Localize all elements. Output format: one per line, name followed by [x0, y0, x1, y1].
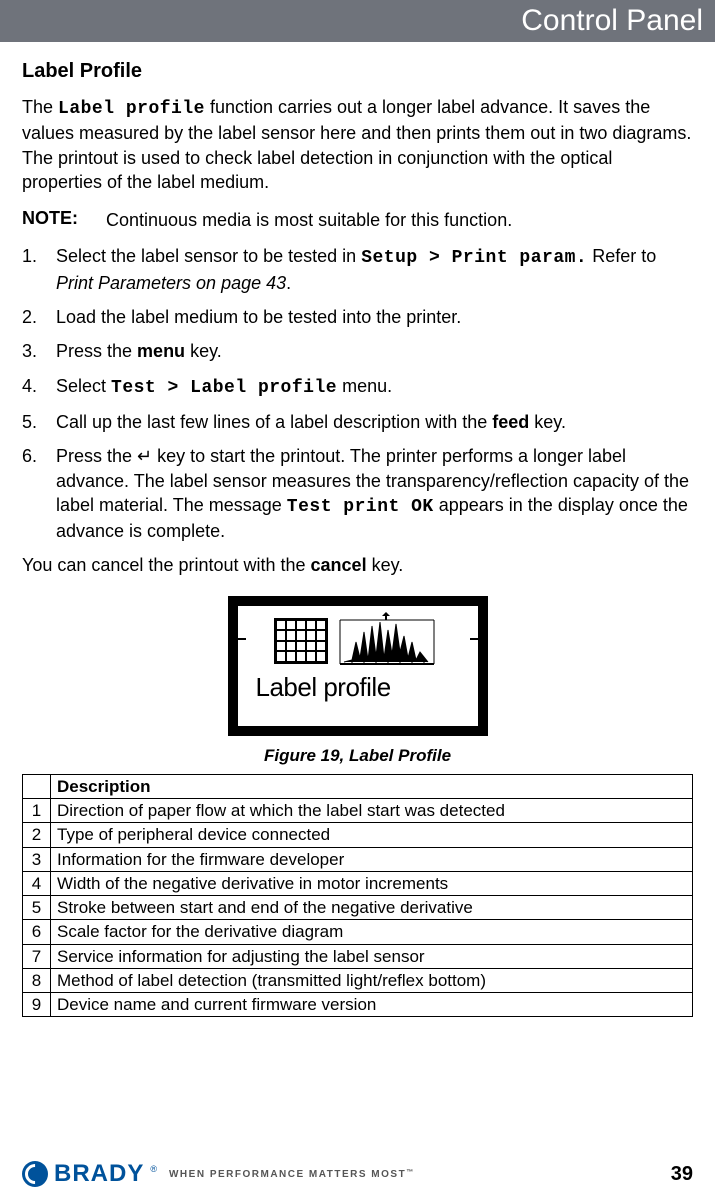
- row-desc: Stroke between start and end of the nega…: [51, 896, 693, 920]
- cancel-a: You can cancel the printout with the: [22, 555, 311, 575]
- cancel-paragraph: You can cancel the printout with the can…: [22, 553, 693, 577]
- brady-swirl-icon: [22, 1161, 48, 1187]
- row-desc: Information for the firmware developer: [51, 847, 693, 871]
- step-3: Press the menu key.: [22, 339, 693, 363]
- row-num: 9: [23, 993, 51, 1017]
- s3bold: menu: [137, 341, 185, 361]
- row-num: 8: [23, 968, 51, 992]
- footer-left: BRADY ® WHEN PERFORMANCE MATTERS MOST™: [22, 1160, 415, 1188]
- s4mono: Test > Label profile: [111, 378, 337, 398]
- tagline-text: WHEN PERFORMANCE MATTERS MOST: [169, 1169, 406, 1180]
- table-row: 9Device name and current firmware versio…: [23, 993, 693, 1017]
- s1a: Select the label sensor to be tested in: [56, 246, 361, 266]
- row-desc: Direction of paper flow at which the lab…: [51, 799, 693, 823]
- page-footer: BRADY ® WHEN PERFORMANCE MATTERS MOST™ 39: [0, 1160, 715, 1188]
- dash-right-icon: [470, 638, 478, 640]
- figure-wrap: Label profile: [22, 596, 693, 736]
- row-num: 4: [23, 871, 51, 895]
- description-table: Description 1Direction of paper flow at …: [22, 774, 693, 1018]
- row-desc: Device name and current firmware version: [51, 993, 693, 1017]
- s5a: Call up the last few lines of a label de…: [56, 412, 492, 432]
- brady-tagline: WHEN PERFORMANCE MATTERS MOST™: [169, 1169, 415, 1180]
- table-row: 8Method of label detection (transmitted …: [23, 968, 693, 992]
- row-num: 5: [23, 896, 51, 920]
- intro-pre: The: [22, 97, 58, 117]
- table-header-blank: [23, 774, 51, 798]
- s5bold: feed: [492, 412, 529, 432]
- s1mono: Setup > Print param.: [361, 248, 587, 268]
- table-header-row: Description: [23, 774, 693, 798]
- screen-label-text: Label profile: [246, 672, 470, 703]
- note-text: Continuous media is most suitable for th…: [106, 208, 512, 232]
- cancel-b: key.: [367, 555, 404, 575]
- brady-logo: BRADY ®: [22, 1160, 157, 1188]
- row-num: 1: [23, 799, 51, 823]
- table-row: 2Type of peripheral device connected: [23, 823, 693, 847]
- row-desc: Method of label detection (transmitted l…: [51, 968, 693, 992]
- s6a: Press the: [56, 446, 137, 466]
- step-5: Call up the last few lines of a label de…: [22, 410, 693, 434]
- s3a: Press the: [56, 341, 137, 361]
- intro-mono: Label profile: [58, 99, 205, 119]
- enter-key-icon: ↵: [137, 446, 152, 466]
- s2: Load the label medium to be tested into …: [56, 305, 461, 329]
- table-row: 1Direction of paper flow at which the la…: [23, 799, 693, 823]
- step-6: Press the ↵ key to start the printout. T…: [22, 444, 693, 543]
- table-row: 3Information for the firmware developer: [23, 847, 693, 871]
- row-num: 3: [23, 847, 51, 871]
- page-header-title: Control Panel: [521, 4, 703, 37]
- table-row: 6Scale factor for the derivative diagram: [23, 920, 693, 944]
- step-4: Select Test > Label profile menu.: [22, 374, 693, 400]
- page-header-bar: Control Panel: [0, 0, 715, 42]
- s1b: Refer to: [587, 246, 656, 266]
- note-label: NOTE:: [22, 208, 94, 232]
- row-num: 6: [23, 920, 51, 944]
- table-row: 4Width of the negative derivative in mot…: [23, 871, 693, 895]
- tagline-tm: ™: [406, 1169, 415, 1176]
- s1italic: Print Parameters on page 43: [56, 273, 286, 293]
- row-desc: Type of peripheral device connected: [51, 823, 693, 847]
- s1c: .: [286, 273, 291, 293]
- dash-left-icon: [238, 638, 246, 640]
- figure-caption: Figure 19, Label Profile: [22, 746, 693, 766]
- row-num: 2: [23, 823, 51, 847]
- s6mono: Test print OK: [287, 497, 434, 517]
- row-desc: Service information for adjusting the la…: [51, 944, 693, 968]
- printer-screen-inner: Label profile: [238, 606, 478, 726]
- graph-icon: [332, 612, 442, 668]
- table-header-desc: Description: [51, 774, 693, 798]
- s4b: menu.: [337, 376, 392, 396]
- grid-icon: [274, 618, 328, 664]
- note-row: NOTE: Continuous media is most suitable …: [22, 208, 693, 232]
- s3b: key.: [185, 341, 222, 361]
- printer-screen: Label profile: [228, 596, 488, 736]
- table-row: 5Stroke between start and end of the neg…: [23, 896, 693, 920]
- s5b: key.: [529, 412, 566, 432]
- row-desc: Scale factor for the derivative diagram: [51, 920, 693, 944]
- brady-wordmark: BRADY: [54, 1160, 144, 1188]
- row-desc: Width of the negative derivative in moto…: [51, 871, 693, 895]
- row-num: 7: [23, 944, 51, 968]
- page-content: Label Profile The Label profile function…: [0, 60, 715, 1017]
- s4a: Select: [56, 376, 111, 396]
- step-1: Select the label sensor to be tested in …: [22, 244, 693, 295]
- steps-list: Select the label sensor to be tested in …: [22, 244, 693, 543]
- table-row: 7Service information for adjusting the l…: [23, 944, 693, 968]
- cancel-bold: cancel: [311, 555, 367, 575]
- brady-reg: ®: [150, 1164, 157, 1174]
- section-heading: Label Profile: [22, 60, 693, 83]
- page-number: 39: [671, 1163, 693, 1186]
- intro-paragraph: The Label profile function carries out a…: [22, 95, 693, 194]
- step-2: Load the label medium to be tested into …: [22, 305, 693, 329]
